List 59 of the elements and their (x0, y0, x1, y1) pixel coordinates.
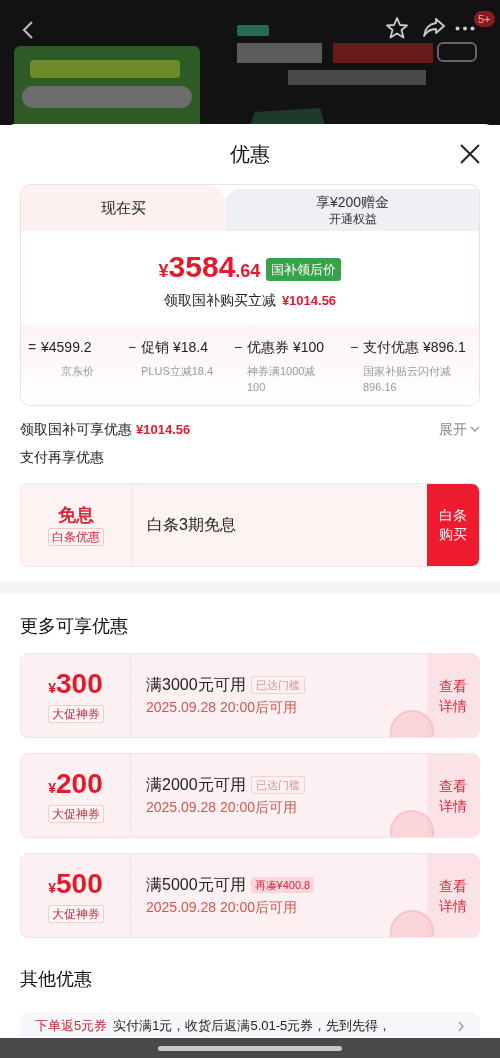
discount-amount: ¥1014.56 (281, 292, 337, 310)
coupon-condition: 满2000元可用 (146, 775, 246, 795)
share-icon[interactable] (423, 17, 445, 37)
breakdown-value: 促销 ¥18.4 (141, 338, 209, 357)
breakdown-value: 优惠券 ¥100 (247, 338, 326, 357)
operator-sign: − (126, 338, 138, 357)
offer-label: 下单返5元券 (35, 1017, 108, 1035)
price-tag: 国补领后价 (266, 257, 342, 282)
coupon-time: 2025.09.28 20:00后可用 (146, 898, 298, 917)
coupon-condition: 满3000元可用 (146, 675, 246, 695)
offer-description: 实付满1元，收货后返满5.01-5元券，先到先得， (113, 1017, 393, 1035)
home-indicator[interactable] (158, 1045, 342, 1051)
offer-row[interactable]: 下单返5元券 实付满1元，收货后返满5.01-5元券，先到先得， (20, 1012, 480, 1037)
status-tag: 再凑¥400.8 (250, 877, 315, 893)
status-tag: 已达门槛 (250, 776, 305, 794)
breakdown-value: ¥4599.2 (41, 338, 93, 357)
chevron-right-icon (458, 1021, 464, 1032)
offer-title: 免息 (58, 504, 94, 526)
operator-sign: − (232, 338, 244, 357)
coupon-time: 2025.09.28 20:00后可用 (146, 798, 298, 817)
breakdown-detail: 京东价 (60, 364, 95, 379)
subsidy-label: 领取国补可享优惠 (20, 419, 132, 439)
details-button[interactable]: 查看详情 (427, 754, 479, 837)
close-icon[interactable] (460, 144, 480, 164)
breakdown-detail: PLUS立减18.4 (141, 364, 215, 379)
coupon-tag: 大促神券 (47, 804, 104, 823)
notification-badge: 5+ (474, 11, 495, 27)
chevron-down-icon (470, 426, 480, 432)
section-label: 支付再享优惠 (20, 448, 105, 467)
breakdown-value: 支付优惠 ¥896.1 (363, 338, 467, 357)
details-button[interactable]: 查看详情 (427, 654, 479, 737)
tab[interactable]: 现在买 (21, 185, 226, 231)
expand-toggle[interactable]: 展开 (439, 418, 480, 440)
operator-sign: − (348, 338, 360, 357)
price-text: ¥3584.64 (158, 251, 261, 285)
coupon-tag: 大促神券 (47, 704, 104, 723)
sheet-title: 优惠 (230, 142, 270, 167)
section-heading: 其他优惠 (20, 968, 93, 991)
offer-tag: 白条优惠 (48, 528, 104, 546)
coupon-amount: ¥500 (48, 868, 103, 901)
tab[interactable]: 享¥200赠金 开通权益 (226, 189, 479, 231)
coupon-amount: ¥300 (48, 668, 103, 701)
coupon-time: 2025.09.28 20:00后可用 (146, 698, 298, 717)
coupon-tag: 大促神券 (47, 904, 104, 923)
star-icon[interactable] (385, 16, 409, 40)
subsidy-amount: ¥1014.56 (136, 420, 191, 439)
details-button[interactable]: 查看详情 (427, 854, 479, 937)
back-icon[interactable] (22, 20, 34, 40)
status-tag: 已达门槛 (250, 676, 305, 694)
section-heading: 更多可享优惠 (20, 615, 129, 638)
price-note: 领取国补购买立减 (163, 291, 276, 310)
breakdown-detail: 神券满1000减100 (247, 364, 317, 395)
buy-button[interactable]: 白条购买 (427, 484, 479, 566)
breakdown-detail: 国家补贴云闪付减896.16 (363, 364, 452, 395)
coupon-condition: 满5000元可用 (146, 875, 246, 895)
operator-sign: = (26, 338, 38, 357)
more-icon[interactable] (455, 26, 475, 31)
offer-text: 白条3期免息 (146, 515, 237, 535)
coupon-amount: ¥200 (48, 768, 103, 801)
